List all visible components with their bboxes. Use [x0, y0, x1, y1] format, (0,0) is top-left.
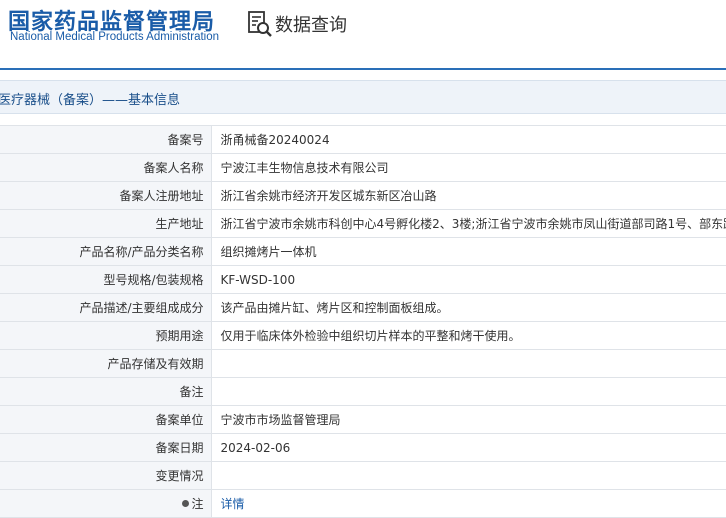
table-row: 预期用途 仅用于临床体外检验中组织切片样本的平整和烤干使用。 [0, 322, 726, 350]
row-label-text: 产品名称/产品分类名称 [79, 245, 203, 259]
row-value: 宁波市市场监督管理局 [211, 406, 726, 434]
row-label-text: 备案单位 [155, 413, 203, 427]
table-row: 生产地址 浙江省宁波市余姚市科创中心4号孵化楼2、3楼;浙江省宁波市余姚市凤山街道… [0, 210, 726, 238]
row-value: 浙江省宁波市余姚市科创中心4号孵化楼2、3楼;浙江省宁波市余姚市凤山街道部司路1… [211, 210, 726, 238]
section-title-bar: 医疗器械（备案）——基本信息 [0, 80, 726, 114]
table-row: 型号规格/包装规格 KF-WSD-100 [0, 266, 726, 294]
table-row: 备案日期 2024-02-06 [0, 434, 726, 462]
row-label-text: 注 [191, 497, 203, 511]
row-label: 产品存储及有效期 [0, 350, 211, 378]
row-label: 型号规格/包装规格 [0, 266, 211, 294]
row-label: 备案人注册地址 [0, 182, 211, 210]
table-row: 产品存储及有效期 [0, 350, 726, 378]
row-label: 变更情况 [0, 462, 211, 490]
row-label-text: 生产地址 [155, 217, 203, 231]
row-value [211, 378, 726, 406]
row-label-text: 备案人注册地址 [119, 189, 203, 203]
row-value: 详情 [211, 490, 726, 518]
row-label: 备注 [0, 378, 211, 406]
row-value: 宁波江丰生物信息技术有限公司 [211, 154, 726, 182]
data-query-link[interactable]: 数据查询 [247, 10, 347, 38]
table-row: 备案人注册地址 浙江省余姚市经济开发区城东新区冶山路 [0, 182, 726, 210]
row-value-text: 该产品由摊片缸、烤片区和控制面板组成。 [221, 301, 449, 315]
row-value [211, 462, 726, 490]
row-label-text: 型号规格/包装规格 [103, 273, 203, 287]
row-value-text: 浙甬械备20240024 [221, 133, 330, 147]
row-label: 备案日期 [0, 434, 211, 462]
data-query-label: 数据查询 [275, 11, 347, 37]
row-label: 生产地址 [0, 210, 211, 238]
row-value: 浙甬械备20240024 [211, 126, 726, 154]
row-value-text: 浙江省余姚市经济开发区城东新区冶山路 [221, 189, 437, 203]
row-value: 组织摊烤片一体机 [211, 238, 726, 266]
row-label: 备案单位 [0, 406, 211, 434]
table-row: 备案人名称 宁波江丰生物信息技术有限公司 [0, 154, 726, 182]
table-row: 变更情况 [0, 462, 726, 490]
details-link[interactable]: 详情 [221, 497, 245, 511]
table-row: 产品描述/主要组成成分 该产品由摊片缸、烤片区和控制面板组成。 [0, 294, 726, 322]
row-value [211, 350, 726, 378]
header-divider [0, 68, 726, 70]
document-search-icon [247, 10, 273, 38]
row-label: 备案号 [0, 126, 211, 154]
row-value: 该产品由摊片缸、烤片区和控制面板组成。 [211, 294, 726, 322]
section-title: 医疗器械（备案）——基本信息 [0, 89, 180, 108]
row-value: 仅用于临床体外检验中组织切片样本的平整和烤干使用。 [211, 322, 726, 350]
row-label: 注 [0, 490, 211, 518]
logo-english: National Medical Products Administration [10, 31, 219, 43]
row-label: 备案人名称 [0, 154, 211, 182]
bullet-icon [182, 500, 189, 507]
row-label-text: 备案日期 [155, 441, 203, 455]
row-label: 产品名称/产品分类名称 [0, 238, 211, 266]
row-label: 预期用途 [0, 322, 211, 350]
table-row: 产品名称/产品分类名称 组织摊烤片一体机 [0, 238, 726, 266]
row-label-text: 产品描述/主要组成成分 [79, 301, 203, 315]
row-value: 2024-02-06 [211, 434, 726, 462]
row-value-text: KF-WSD-100 [221, 273, 296, 287]
row-value-text: 宁波江丰生物信息技术有限公司 [221, 161, 389, 175]
row-label-text: 备注 [179, 385, 203, 399]
row-label: 产品描述/主要组成成分 [0, 294, 211, 322]
site-header: 国家药品监督管理局 National Medical Products Admi… [0, 0, 726, 70]
row-value-text: 仅用于临床体外检验中组织切片样本的平整和烤干使用。 [221, 329, 521, 343]
table-row: 备注 [0, 378, 726, 406]
row-label-text: 产品存储及有效期 [107, 357, 203, 371]
row-label-text: 预期用途 [155, 329, 203, 343]
row-value-text: 宁波市市场监督管理局 [221, 413, 341, 427]
table-row: 注 详情 [0, 490, 726, 518]
row-value-text: 浙江省宁波市余姚市科创中心4号孵化楼2、3楼;浙江省宁波市余姚市凤山街道部司路1… [221, 217, 726, 231]
row-value-text: 2024-02-06 [221, 441, 291, 455]
row-value: 浙江省余姚市经济开发区城东新区冶山路 [211, 182, 726, 210]
row-label-text: 变更情况 [155, 469, 203, 483]
row-value-text: 组织摊烤片一体机 [221, 245, 317, 259]
row-label-text: 备案号 [167, 133, 203, 147]
detail-table: 备案号 浙甬械备20240024 备案人名称 宁波江丰生物信息技术有限公司备案人注册地… [0, 125, 726, 518]
row-value: KF-WSD-100 [211, 266, 726, 294]
table-row: 备案单位 宁波市市场监督管理局 [0, 406, 726, 434]
row-label-text: 备案人名称 [143, 161, 203, 175]
table-row: 备案号 浙甬械备20240024 [0, 126, 726, 154]
